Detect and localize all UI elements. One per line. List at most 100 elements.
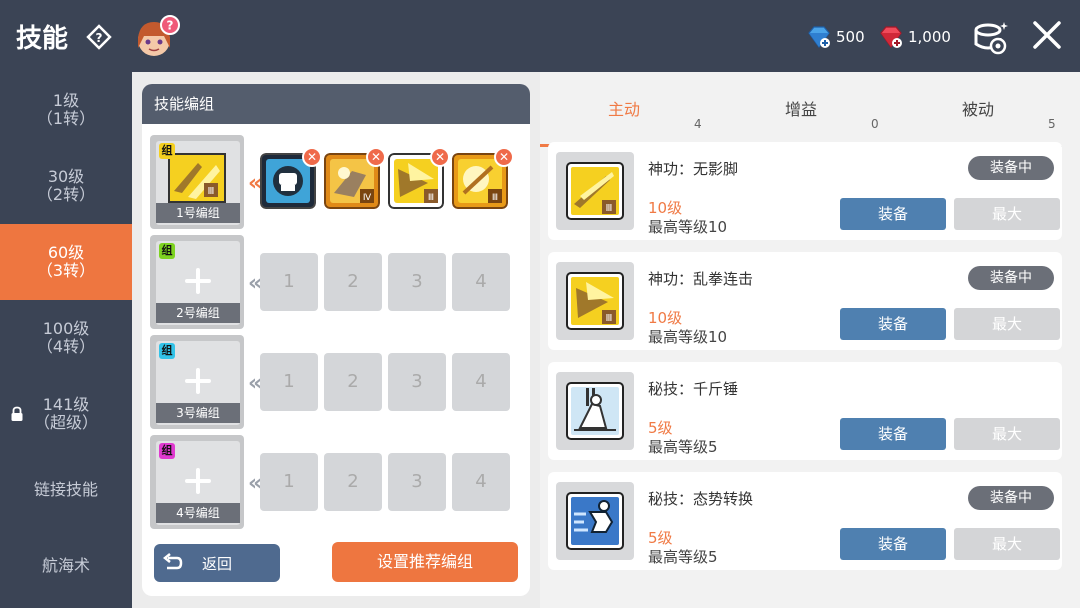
empty-skill-slot[interactable]: 1 xyxy=(260,453,318,511)
empty-skill-slot[interactable]: 2 xyxy=(324,353,382,411)
red-gem-icon xyxy=(880,26,902,49)
skill-group-row: Ⅲ 组 1号编组 « ✕ Ⅳ ✕ Ⅲ ✕ Ⅲ ✕ xyxy=(150,135,530,229)
set-recommended-group-button[interactable]: 设置推荐编组 xyxy=(332,542,518,582)
sidebar-item-navigation[interactable]: 航海术 xyxy=(0,528,132,604)
remove-skill-icon[interactable]: ✕ xyxy=(430,147,450,167)
empty-skill-slot[interactable]: 3 xyxy=(388,253,446,311)
max-button[interactable]: 最大 xyxy=(954,418,1060,450)
skill-level: 5级 xyxy=(648,529,673,547)
skill-icon-frame: Ⅲ xyxy=(556,152,634,230)
skill-icon-frame xyxy=(556,482,634,560)
equip-button[interactable]: 装备 xyxy=(840,198,946,230)
add-icon xyxy=(185,468,211,494)
skill-max-level: 最高等级10 xyxy=(648,218,728,236)
equipped-badge: 装备中 xyxy=(968,156,1054,180)
tab-count: 5 xyxy=(1048,117,1056,131)
sidebar-item-sublabel: （4转） xyxy=(36,337,96,356)
group-tag: 组 xyxy=(159,343,175,359)
sidebar-item-level-1[interactable]: 1级 （1转） xyxy=(0,72,132,148)
sidebar-item-label: 141级 xyxy=(42,395,90,414)
sidebar-item-sublabel: （1转） xyxy=(36,109,96,128)
empty-skill-slot[interactable]: 4 xyxy=(452,353,510,411)
blue-gem-currency[interactable]: 500 xyxy=(806,24,865,50)
sidebar-item-link-skills[interactable]: 链接技能 xyxy=(0,452,132,528)
skill-group-row: 组 4号编组 « 1 2 3 4 xyxy=(150,435,530,529)
equip-button[interactable]: 装备 xyxy=(840,308,946,340)
top-bar: 技能 ? ? 500 1,000 xyxy=(0,0,1080,72)
max-button[interactable]: 最大 xyxy=(954,528,1060,560)
empty-skill-slot[interactable]: 1 xyxy=(260,253,318,311)
add-icon xyxy=(185,368,211,394)
help-icon[interactable]: ? xyxy=(86,24,112,50)
svg-text:Ⅲ: Ⅲ xyxy=(492,193,498,203)
svg-text:Ⅲ: Ⅲ xyxy=(208,186,215,197)
tab-label: 主动 xyxy=(607,100,640,119)
sidebar-item-label: 航海术 xyxy=(41,556,90,575)
empty-skill-slot[interactable]: 2 xyxy=(324,453,382,511)
group-card-2[interactable]: 组 2号编组 xyxy=(150,235,244,329)
back-button[interactable]: 返回 xyxy=(154,544,280,582)
max-button[interactable]: 最大 xyxy=(954,308,1060,340)
skill-card[interactable]: Ⅲ 神功：乱拳连击 10级 最高等级10 装备中 装备 最大 xyxy=(548,252,1062,350)
tab-active[interactable]: 主动 4 xyxy=(540,86,708,134)
svg-text:Ⅲ: Ⅲ xyxy=(428,193,434,203)
sidebar-item-label: 100级 xyxy=(42,319,90,338)
skill-max-level: 最高等级5 xyxy=(648,438,718,456)
group-label: 3号编组 xyxy=(156,403,240,423)
skill-card[interactable]: Ⅲ 神功：无影脚 10级 最高等级10 装备中 装备 最大 xyxy=(548,142,1062,240)
group-label: 2号编组 xyxy=(156,303,240,323)
sidebar-item-level-60[interactable]: 60级 （3转） xyxy=(0,224,132,300)
empty-skill-slot[interactable]: 3 xyxy=(388,353,446,411)
remove-skill-icon[interactable]: ✕ xyxy=(302,147,322,167)
empty-skill-slot[interactable]: 4 xyxy=(452,453,510,511)
skill-card[interactable]: 秘技：千斤锤 5级 最高等级5 装备 最大 xyxy=(548,362,1062,460)
panel-title: 技能编组 xyxy=(142,84,530,124)
group-card-4[interactable]: 组 4号编组 xyxy=(150,435,244,529)
remove-skill-icon[interactable]: ✕ xyxy=(494,147,514,167)
skill-level: 10级 xyxy=(648,309,683,327)
equip-button[interactable]: 装备 xyxy=(840,528,946,560)
tab-count: 0 xyxy=(871,117,879,131)
svg-text:Ⅲ: Ⅲ xyxy=(606,203,613,214)
sidebar-item-level-100[interactable]: 100级 （4转） xyxy=(0,300,132,376)
sidebar-item-label: 60级 xyxy=(47,243,85,262)
skill-name: 秘技：千斤锤 xyxy=(648,380,739,398)
tab-buff[interactable]: 增益 0 xyxy=(717,86,885,134)
skill-card[interactable]: 秘技：态势转换 5级 最高等级5 装备中 装备 最大 xyxy=(548,472,1062,570)
empty-skill-slot[interactable]: 3 xyxy=(388,453,446,511)
red-gem-currency[interactable]: 1,000 xyxy=(878,24,951,50)
skill-tabs: 主动 4 增益 0 被动 5 xyxy=(540,86,1080,147)
skill-level: 5级 xyxy=(648,419,673,437)
equip-button[interactable]: 装备 xyxy=(840,418,946,450)
sidebar-item-label: 1级 xyxy=(52,91,80,110)
kick-skill-icon: Ⅲ xyxy=(168,153,226,203)
empty-skill-slot[interactable]: 2 xyxy=(324,253,382,311)
skill-icon-frame xyxy=(556,372,634,450)
skill-group-row: 组 3号编组 « 1 2 3 4 xyxy=(150,335,530,429)
skill-icon-frame: Ⅲ xyxy=(556,262,634,340)
empty-skill-slot[interactable]: 1 xyxy=(260,353,318,411)
heavy-hammer-skill-icon xyxy=(566,382,624,440)
tab-count: 4 xyxy=(694,117,702,131)
skill-name: 神功：乱拳连击 xyxy=(648,270,754,288)
sidebar-item-label: 30级 xyxy=(47,167,85,186)
close-icon[interactable] xyxy=(1030,18,1064,52)
empty-skill-slot[interactable]: 4 xyxy=(452,253,510,311)
svg-text:?: ? xyxy=(167,19,174,33)
max-button[interactable]: 最大 xyxy=(954,198,1060,230)
skill-group-row: 组 2号编组 « 1 2 3 4 xyxy=(150,235,530,329)
add-icon xyxy=(185,268,211,294)
guide-avatar-icon[interactable]: ? xyxy=(134,14,180,60)
skill-settings-icon[interactable] xyxy=(970,18,1010,58)
skill-group-panel: 技能编组 Ⅲ 组 1号编组 « ✕ Ⅳ ✕ Ⅲ ✕ Ⅲ ✕ 组 2号编组 « 1… xyxy=(142,84,530,596)
red-gem-amount: 1,000 xyxy=(908,28,951,46)
group-card-3[interactable]: 组 3号编组 xyxy=(150,335,244,429)
svg-text:Ⅳ: Ⅳ xyxy=(363,193,372,203)
sidebar-item-level-141[interactable]: 141级 （超级） xyxy=(0,376,132,452)
remove-skill-icon[interactable]: ✕ xyxy=(366,147,386,167)
sidebar-item-level-30[interactable]: 30级 （2转） xyxy=(0,148,132,224)
sidebar-item-label: 链接技能 xyxy=(33,480,98,499)
tab-passive[interactable]: 被动 5 xyxy=(894,86,1062,134)
page-title: 技能 xyxy=(16,24,69,54)
group-card-1[interactable]: Ⅲ 组 1号编组 xyxy=(150,135,244,229)
